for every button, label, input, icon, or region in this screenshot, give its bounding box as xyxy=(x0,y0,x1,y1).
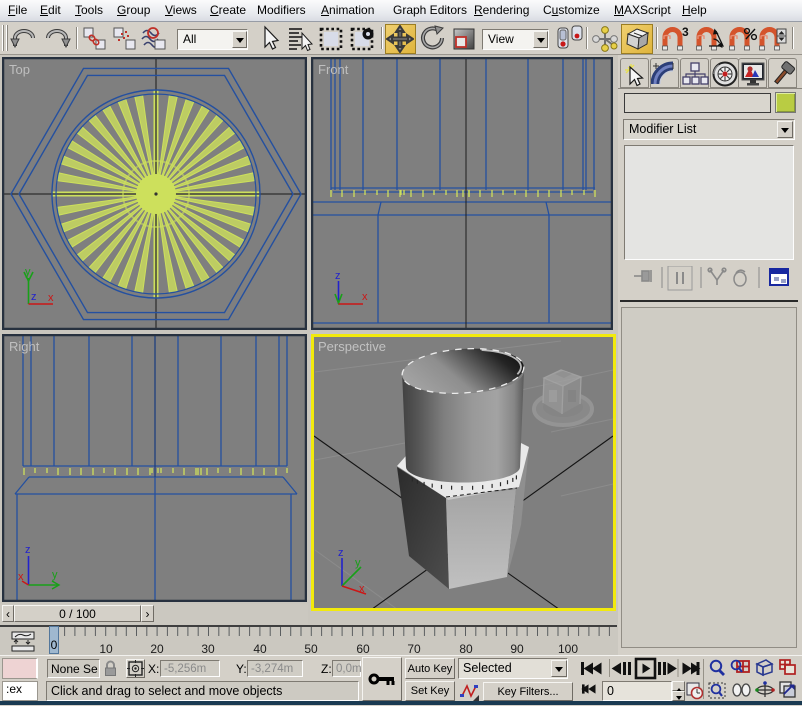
svg-text:10: 10 xyxy=(99,642,113,655)
svg-text:x: x xyxy=(48,292,54,304)
svg-text:30: 30 xyxy=(201,642,215,655)
svg-text:Top: Top xyxy=(9,62,30,77)
svg-text:x: x xyxy=(359,583,365,595)
svg-text:x: x xyxy=(362,291,368,303)
svg-text:70: 70 xyxy=(407,642,421,655)
svg-text:40: 40 xyxy=(253,642,267,655)
svg-text:Right: Right xyxy=(9,339,40,354)
svg-text:100: 100 xyxy=(558,642,578,655)
svg-text:Front: Front xyxy=(318,62,349,77)
svg-text:80: 80 xyxy=(459,642,473,655)
svg-text:z: z xyxy=(25,544,31,556)
svg-text:y: y xyxy=(355,557,361,569)
svg-text:y: y xyxy=(52,569,58,581)
svg-text:20: 20 xyxy=(150,642,164,655)
svg-text:3: 3 xyxy=(682,25,689,39)
svg-text:z: z xyxy=(31,291,37,303)
svg-text:90: 90 xyxy=(510,642,524,655)
svg-text:Perspective: Perspective xyxy=(318,339,386,354)
svg-text:50: 50 xyxy=(304,642,318,655)
svg-text:z: z xyxy=(338,547,344,559)
svg-text:z: z xyxy=(335,270,341,282)
svg-text:60: 60 xyxy=(356,642,370,655)
